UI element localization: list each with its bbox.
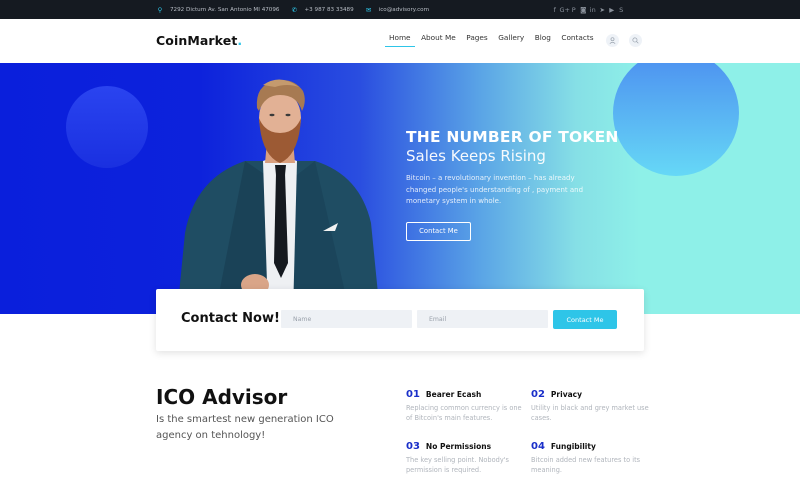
feature-description: The key selling point. Nobody's permissi… xyxy=(406,456,509,474)
pinterest-icon[interactable]: P xyxy=(569,6,579,14)
feature-name: Privacy xyxy=(550,390,582,399)
top-bar: ⚲ 7292 Dictum Av. San Antonio MI 47096 ✆… xyxy=(0,0,800,19)
feature-item: 03 No Permissions The key selling point. … xyxy=(406,441,524,475)
logo-dot: . xyxy=(237,33,243,48)
feature-item: 02 Privacy Utility in black and grey mark… xyxy=(531,389,649,423)
email-text[interactable]: ico@advisory.com xyxy=(379,7,429,13)
user-button[interactable] xyxy=(606,34,619,47)
feature-item: 04 Fungibility Bitcoin added new features… xyxy=(531,441,649,475)
feature-number: 02 xyxy=(531,389,545,400)
email-item[interactable]: ✉ ico@advisory.com xyxy=(365,6,429,14)
hero-banner: THE NUMBER OF TOKEN Sales Keeps Rising B… xyxy=(0,63,800,314)
hero-subtitle: Sales Keeps Rising xyxy=(406,147,546,165)
nav-gallery[interactable]: Gallery xyxy=(498,33,524,46)
instagram-icon[interactable]: ◙ xyxy=(579,6,589,14)
feature-number: 01 xyxy=(406,389,420,400)
user-icon xyxy=(609,37,616,44)
nav-about-me[interactable]: About Me xyxy=(421,33,456,46)
envelope-icon: ✉ xyxy=(365,5,372,14)
facebook-icon[interactable]: f xyxy=(550,6,560,14)
hero-person-image xyxy=(177,79,380,314)
phone-item[interactable]: ✆ +3 987 83 33489 xyxy=(290,5,354,14)
telegram-icon[interactable]: ➤ xyxy=(598,6,608,14)
hero-contact-button[interactable]: Contact Me xyxy=(406,221,471,241)
contact-submit-button[interactable]: Contact Me xyxy=(553,310,617,329)
feature-number: 03 xyxy=(406,441,420,452)
contact-title: Contact Now! xyxy=(181,311,280,326)
advisor-subtitle: Is the smartest new generation ICO agenc… xyxy=(156,414,334,441)
hero-content: THE NUMBER OF TOKEN Sales Keeps Rising B… xyxy=(406,128,619,241)
feature-item: 01 Bearer Ecash Replacing common currency… xyxy=(406,389,524,423)
feature-number: 04 xyxy=(531,441,545,452)
email-input[interactable]: Email xyxy=(417,310,548,328)
nav-home[interactable]: Home xyxy=(385,33,415,47)
feature-description: Replacing common currency is one of Bitc… xyxy=(406,404,522,422)
decorative-circle-right xyxy=(613,63,739,176)
logo-text: CoinMarket xyxy=(156,33,238,48)
decorative-circle-left xyxy=(66,86,148,168)
phone-icon: ✆ xyxy=(291,5,298,14)
feature-name: No Permissions xyxy=(425,442,492,451)
address-text: 7292 Dictum Av. San Antonio MI 47096 xyxy=(170,6,280,13)
feature-name: Bearer Ecash xyxy=(425,390,482,399)
nav-contacts[interactable]: Contacts xyxy=(561,33,593,46)
nav-pages[interactable]: Pages xyxy=(466,33,487,46)
main-nav: Home About Me Pages Gallery Blog Contact… xyxy=(385,33,604,47)
search-icon xyxy=(632,37,639,44)
feature-name: Fungibility xyxy=(550,442,596,451)
name-input[interactable]: Name xyxy=(281,310,412,328)
contact-info: ⚲ 7292 Dictum Av. San Antonio MI 47096 ✆… xyxy=(156,0,440,19)
search-button[interactable] xyxy=(629,34,642,47)
feature-description: Bitcoin added new features to its meanin… xyxy=(531,456,641,474)
social-links: f G+ P ◙ in ➤ ▶ S xyxy=(550,0,626,19)
google-plus-icon[interactable]: G+ xyxy=(560,6,570,14)
site-header: CoinMarket. Home About Me Pages Gallery … xyxy=(0,19,800,63)
phone-text[interactable]: +3 987 83 33489 xyxy=(304,7,353,13)
map-pin-icon: ⚲ xyxy=(157,5,163,14)
youtube-icon[interactable]: ▶ xyxy=(607,6,617,14)
hero-description: Bitcoin – a revolutionary invention – ha… xyxy=(406,174,584,205)
logo[interactable]: CoinMarket. xyxy=(156,33,242,48)
hero-title: THE NUMBER OF TOKEN xyxy=(406,128,619,146)
advisor-title: ICO Advisor xyxy=(156,385,288,409)
linkedin-icon[interactable]: in xyxy=(588,6,598,14)
skype-icon[interactable]: S xyxy=(617,6,627,14)
address-item: ⚲ 7292 Dictum Av. San Antonio MI 47096 xyxy=(156,5,280,14)
feature-description: Utility in black and grey market use cas… xyxy=(531,404,649,422)
nav-blog[interactable]: Blog xyxy=(535,33,551,46)
contact-form-card: Contact Now! Name Email Contact Me xyxy=(156,289,644,351)
